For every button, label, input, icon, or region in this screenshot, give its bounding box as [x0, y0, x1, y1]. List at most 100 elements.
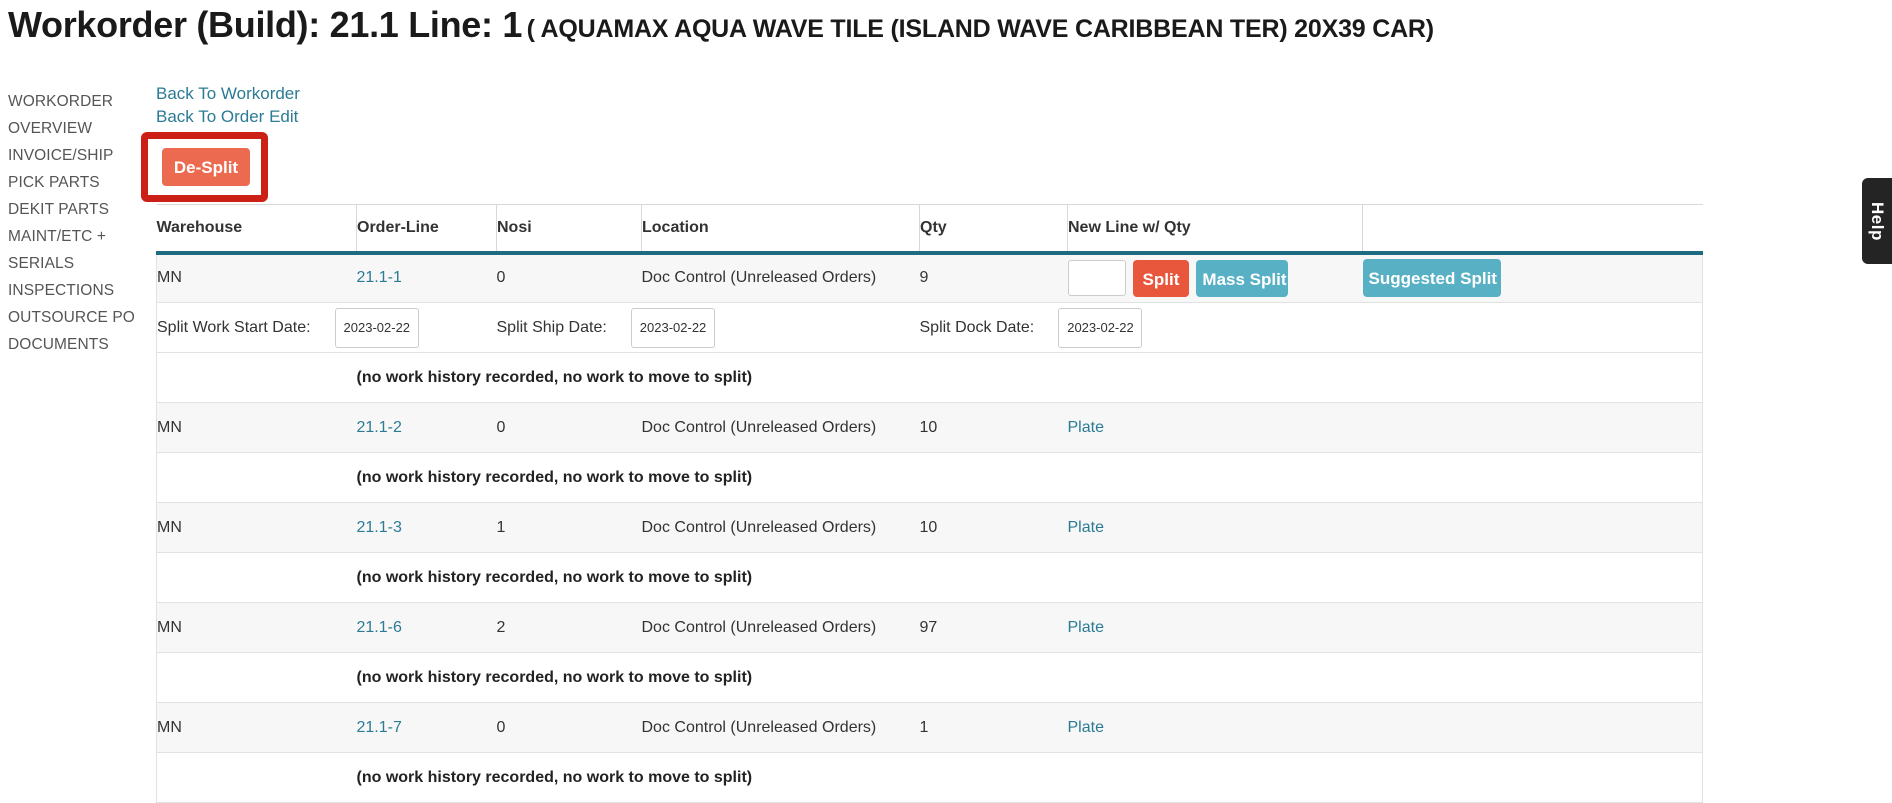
cell-qty: 97 [919, 602, 1068, 653]
work-history-note-row: (no work history recorded, no work to mo… [156, 352, 1703, 403]
suggested-split-button[interactable]: Suggested Split [1362, 259, 1501, 298]
back-to-order-edit-link[interactable]: Back To Order Edit [156, 105, 1702, 128]
column-header-order-line: Order-Line [356, 204, 497, 253]
cell-suggested-split: Suggested Split [1362, 252, 1703, 303]
cell-location: Doc Control (Unreleased Orders) [641, 702, 920, 753]
cell-actions-empty [1362, 602, 1703, 653]
no-work-history-note: (no work history recorded, no work to mo… [356, 568, 753, 586]
split-dock-date-label: Split Dock Date: [919, 318, 1035, 336]
no-work-history-note: (no work history recorded, no work to mo… [356, 668, 753, 686]
column-header-warehouse: Warehouse [156, 204, 357, 253]
page-title: Workorder (Build): 21.1 Line: 1 ( AQUAMA… [8, 4, 1434, 46]
no-work-history-note: (no work history recorded, no work to mo… [356, 368, 753, 386]
column-header-qty: Qty [919, 204, 1068, 253]
work-history-note-row: (no work history recorded, no work to mo… [156, 452, 1703, 503]
column-header-new-line-qty: New Line w/ Qty [1067, 204, 1363, 253]
cell-warehouse: MN [156, 502, 357, 553]
split-dates-row: Split Work Start Date: Split Ship Date: … [156, 302, 1703, 353]
no-work-history-note: (no work history recorded, no work to mo… [356, 768, 753, 786]
table-row: MN 21.1-2 0 Doc Control (Unreleased Orde… [156, 402, 1703, 453]
page-title-main: Workorder (Build): 21.1 Line: 1 [8, 4, 523, 45]
split-ship-date-input[interactable] [630, 307, 715, 348]
cell-location: Doc Control (Unreleased Orders) [641, 252, 920, 303]
cell-nosi: 0 [496, 252, 642, 303]
cell-order-line: 21.1-7 [356, 702, 497, 753]
cell-location: Doc Control (Unreleased Orders) [641, 402, 920, 453]
split-dock-date-input[interactable] [1058, 307, 1143, 348]
order-line-link[interactable]: 21.1-6 [357, 619, 402, 636]
cell-split-ship: Split Ship Date: [496, 302, 920, 353]
table-row: MN 21.1-6 2 Doc Control (Unreleased Orde… [156, 602, 1703, 653]
order-line-link[interactable]: 21.1-1 [357, 269, 402, 286]
cell-order-line: 21.1-1 [356, 252, 497, 303]
sidebar-item-outsource-po[interactable]: OUTSOURCE PO [8, 304, 148, 331]
table-row: MN 21.1-7 0 Doc Control (Unreleased Orde… [156, 702, 1703, 753]
cell-warehouse: MN [156, 252, 357, 303]
cell-note-spacer [156, 652, 357, 703]
cell-note: (no work history recorded, no work to mo… [356, 752, 1703, 803]
sidebar-item-dekit-parts[interactable]: DEKIT PARTS [8, 196, 148, 223]
help-tab[interactable]: Help [1862, 178, 1892, 264]
table-row: MN 21.1-1 0 Doc Control (Unreleased Orde… [156, 252, 1703, 303]
sidebar-nav: WORKORDER OVERVIEW INVOICE/SHIP PICK PAR… [8, 88, 148, 358]
plate-link[interactable]: Plate [1068, 519, 1104, 536]
order-line-link[interactable]: 21.1-7 [357, 719, 402, 736]
table-header-row: Warehouse Order-Line Nosi Location Qty N… [156, 204, 1703, 253]
table-row: MN 21.1-3 1 Doc Control (Unreleased Orde… [156, 502, 1703, 553]
no-work-history-note: (no work history recorded, no work to mo… [356, 468, 753, 486]
cell-new-line: Plate [1067, 602, 1363, 653]
cell-nosi: 0 [496, 402, 642, 453]
back-to-workorder-link[interactable]: Back To Workorder [156, 82, 1702, 105]
cell-actions-empty [1362, 502, 1703, 553]
new-line-qty-input[interactable] [1067, 260, 1126, 297]
sidebar-item-inspections[interactable]: INSPECTIONS [8, 277, 148, 304]
cell-new-line-actions: Split Mass Split [1067, 252, 1363, 303]
cell-note-spacer [156, 452, 357, 503]
sidebar-item-pick-parts[interactable]: PICK PARTS [8, 169, 148, 196]
split-button[interactable]: Split [1132, 259, 1189, 297]
help-tab-label: Help [1868, 201, 1887, 241]
column-header-nosi: Nosi [496, 204, 642, 253]
sidebar-item-documents[interactable]: DOCUMENTS [8, 331, 148, 358]
plate-link[interactable]: Plate [1068, 619, 1104, 636]
cell-note-spacer [156, 752, 357, 803]
sidebar-item-serials[interactable]: SERIALS [8, 250, 148, 277]
mass-split-button[interactable]: Mass Split [1196, 259, 1289, 297]
cell-new-line: Plate [1067, 702, 1363, 753]
table-head: Warehouse Order-Line Nosi Location Qty N… [156, 204, 1703, 253]
cell-note-spacer [156, 552, 357, 603]
split-work-start-date-input[interactable] [334, 307, 419, 348]
cell-nosi: 0 [496, 702, 642, 753]
main-content: Back To Workorder Back To Order Edit De-… [141, 82, 1703, 803]
cell-order-line: 21.1-3 [356, 502, 497, 553]
cell-actions-empty [1362, 702, 1703, 753]
cell-qty: 10 [919, 402, 1068, 453]
page-title-subtitle: ( AQUAMAX AQUA WAVE TILE (ISLAND WAVE CA… [526, 15, 1435, 43]
cell-warehouse: MN [156, 702, 357, 753]
sidebar-item-invoice-ship[interactable]: INVOICE/SHIP [8, 142, 148, 169]
plate-link[interactable]: Plate [1068, 419, 1104, 436]
cell-location: Doc Control (Unreleased Orders) [641, 602, 920, 653]
sidebar-item-maint-etc[interactable]: MAINT/ETC + [8, 223, 148, 250]
order-line-link[interactable]: 21.1-2 [357, 419, 402, 436]
order-line-link[interactable]: 21.1-3 [357, 519, 402, 536]
cell-location: Doc Control (Unreleased Orders) [641, 502, 920, 553]
column-header-location: Location [641, 204, 920, 253]
cell-split-work-start: Split Work Start Date: [156, 302, 497, 353]
cell-warehouse: MN [156, 602, 357, 653]
split-lines-table: Warehouse Order-Line Nosi Location Qty N… [156, 204, 1703, 803]
cell-order-line: 21.1-2 [356, 402, 497, 453]
sidebar-item-workorder[interactable]: WORKORDER [8, 88, 148, 115]
cell-note: (no work history recorded, no work to mo… [356, 452, 1703, 503]
cell-qty: 9 [919, 252, 1068, 303]
sidebar-item-overview[interactable]: OVERVIEW [8, 115, 148, 142]
cell-split-dock: Split Dock Date: [919, 302, 1703, 353]
cell-order-line: 21.1-6 [356, 602, 497, 653]
desplit-area: De-Split [141, 132, 1702, 204]
cell-qty: 1 [919, 702, 1068, 753]
de-split-button[interactable]: De-Split [162, 148, 250, 186]
plate-link[interactable]: Plate [1068, 719, 1104, 736]
cell-note: (no work history recorded, no work to mo… [356, 552, 1703, 603]
work-history-note-row: (no work history recorded, no work to mo… [156, 752, 1703, 803]
split-ship-date-label: Split Ship Date: [496, 318, 607, 336]
